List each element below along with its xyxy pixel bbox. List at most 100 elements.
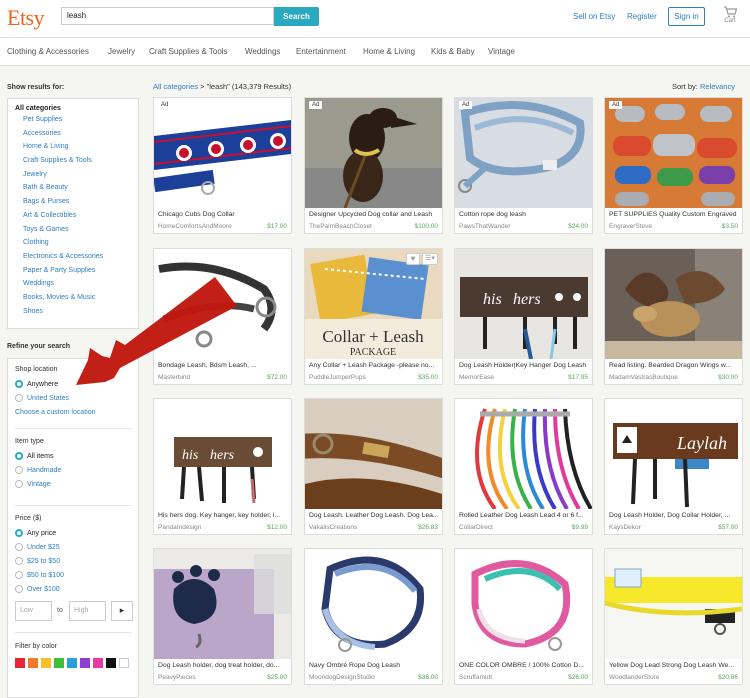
category-craft-supplies[interactable]: Craft Supplies & Tools	[15, 157, 131, 171]
category-weddings[interactable]: Weddings	[15, 280, 131, 294]
etsy-logo[interactable]: Etsy	[7, 5, 45, 31]
listing-shop[interactable]: Masterbind	[158, 374, 248, 381]
item-type-handmade[interactable]: Handmade	[15, 463, 61, 477]
nav-vintage[interactable]: Vintage	[488, 47, 515, 56]
listing-title[interactable]: His hers dog. Key hanger, key holder, l.…	[158, 512, 289, 519]
nav-kids-baby[interactable]: Kids & Baby	[431, 47, 475, 56]
listing-image[interactable]	[605, 98, 742, 208]
listing-image[interactable]	[455, 98, 592, 208]
listing-title[interactable]: PET SUPPLIES Quality Custom Engraved	[609, 211, 740, 218]
listing-title[interactable]: Dog Leash. Leather Dog Leash. Dog Lea...	[309, 512, 440, 519]
all-categories[interactable]: All categories	[15, 105, 131, 112]
breadcrumb-all-categories[interactable]: All categories	[153, 82, 198, 91]
search-input[interactable]: leash	[61, 7, 274, 25]
category-electronics[interactable]: Electronics & Accessories	[15, 253, 131, 267]
listing-shop[interactable]: WoodlanderStore	[609, 674, 699, 681]
listing-title[interactable]: Designer Upcycled Dog collar and Leash	[309, 211, 440, 218]
price-any[interactable]: Any price	[15, 526, 64, 540]
listing-title[interactable]: Bondage Leash, Bdsm Leash, ...	[158, 362, 289, 369]
listing-image[interactable]	[305, 399, 442, 509]
location-united-states[interactable]: United States	[15, 391, 96, 405]
category-shoes[interactable]: Shoes	[15, 308, 131, 322]
listing-shop[interactable]: VakalisCreations	[309, 524, 399, 531]
item-type-vintage[interactable]: Vintage	[15, 477, 61, 491]
listing-card[interactable]: Read listing. Bearded Dragon Wings w... M…	[604, 248, 743, 385]
listing-title[interactable]: Dog Leash Holder, Dog Collar Holder, ...	[609, 512, 740, 519]
category-art-collectibles[interactable]: Art & Collectibles	[15, 212, 131, 226]
choose-custom-location[interactable]: Choose a custom location	[15, 405, 96, 419]
nav-clothing-accessories[interactable]: Clothing & Accessories	[7, 47, 89, 56]
listing-card[interactable]: Dog Leash holder, dog treat holder, do..…	[153, 548, 292, 685]
listing-shop[interactable]: PandaIndesign	[158, 524, 248, 531]
listing-shop[interactable]: MadamVastrasBoutique	[609, 374, 699, 381]
sort-value[interactable]: Relevancy	[700, 82, 735, 91]
category-clothing[interactable]: Clothing	[15, 239, 131, 253]
price-50-100[interactable]: $50 to $100	[15, 568, 64, 582]
listing-image[interactable]	[154, 98, 291, 208]
price-25-50[interactable]: $25 to $50	[15, 554, 64, 568]
listing-card[interactable]: Ad Cotton rope dog leash PawsThatWander $24…	[454, 97, 593, 234]
nav-craft-supplies[interactable]: Craft Supplies & Tools	[149, 47, 228, 56]
listing-card[interactable]: Collar + Leash PACKAGE ♥ ☰▾ Any Collar + Lea…	[304, 248, 443, 385]
category-books-movies-music[interactable]: Books, Movies & Music	[15, 294, 131, 308]
listing-title[interactable]: Chicago Cubs Dog Collar	[158, 211, 289, 218]
listing-image[interactable]	[305, 549, 442, 659]
listing-shop[interactable]: HomeComfortsAndMoore	[158, 223, 248, 230]
listing-shop[interactable]: PuddleJumperPups	[309, 374, 399, 381]
nav-jewelry[interactable]: Jewelry	[108, 47, 135, 56]
listing-image[interactable]	[154, 249, 291, 359]
listing-title[interactable]: ONE COLOR OMBRE / 100% Cotton D...	[459, 662, 590, 669]
search-button[interactable]: Search	[274, 7, 319, 26]
listing-card[interactable]: Navy Ombré Rope Dog Leash MoondogDesignSt…	[304, 548, 443, 685]
category-paper-party[interactable]: Paper & Party Supplies	[15, 267, 131, 281]
listing-shop[interactable]: PeavyPieces	[158, 674, 248, 681]
listing-card[interactable]: Yellow Dog Lead Strong Dog Leash We... Wo…	[604, 548, 743, 685]
listing-shop[interactable]: MemorEase	[459, 374, 549, 381]
heart-icon[interactable]: ♥	[406, 253, 420, 265]
listing-card[interactable]: ONE COLOR OMBRE / 100% Cotton D... Scruff…	[454, 548, 593, 685]
listing-title[interactable]: Any Collar + Leash Package -please no...	[309, 362, 440, 369]
color-swatch[interactable]	[106, 658, 116, 668]
sign-in-button[interactable]: Sign in	[668, 7, 705, 26]
listing-title[interactable]: Cotton rope dog leash	[459, 211, 590, 218]
listing-card[interactable]: his hers Dog Leash Holder|Key Hanger Dog L…	[454, 248, 593, 385]
color-swatch[interactable]	[67, 658, 77, 668]
listing-shop[interactable]: Scruffamutt	[459, 674, 549, 681]
sell-on-etsy-link[interactable]: Sell on Etsy	[573, 12, 615, 21]
listing-title[interactable]: Rolled Leather Dog Leash Lead 4 or 6 f..…	[459, 512, 590, 519]
cart-button[interactable]: Cart	[719, 6, 741, 24]
color-swatch[interactable]	[54, 658, 64, 668]
nav-entertainment[interactable]: Entertainment	[296, 47, 346, 56]
color-swatch[interactable]	[119, 658, 129, 668]
listing-image[interactable]	[605, 549, 742, 659]
listing-card[interactable]: Rolled Leather Dog Leash Lead 4 or 6 f..…	[454, 398, 593, 535]
listing-image[interactable]: his hers	[154, 399, 291, 509]
price-high-input[interactable]: High	[69, 601, 106, 621]
listing-title[interactable]: Dog Leash holder, dog treat holder, do..…	[158, 662, 289, 669]
listing-card[interactable]: Dog Leash. Leather Dog Leash. Dog Lea...…	[304, 398, 443, 535]
category-pet-supplies[interactable]: Pet Supplies	[15, 116, 131, 130]
listing-card[interactable]: Laylah Dog Leash Holder, Dog Collar Holde…	[604, 398, 743, 535]
list-menu-icon[interactable]: ☰▾	[422, 253, 438, 265]
listing-shop[interactable]: CollarDirect	[459, 524, 549, 531]
color-swatch[interactable]	[28, 658, 38, 668]
category-bath-beauty[interactable]: Bath & Beauty	[15, 184, 131, 198]
listing-shop[interactable]: KaysDekor	[609, 524, 699, 531]
nav-weddings[interactable]: Weddings	[245, 47, 280, 56]
listing-shop[interactable]: MoondogDesignStudio	[309, 674, 399, 681]
listing-shop[interactable]: EngraverSteve	[609, 223, 699, 230]
listing-card[interactable]: Ad PET SUPPLIES Quality Custom Engraved En…	[604, 97, 743, 234]
listing-image[interactable]	[605, 249, 742, 359]
nav-home-living[interactable]: Home & Living	[363, 47, 415, 56]
register-link[interactable]: Register	[627, 12, 657, 21]
sort-control[interactable]: Sort by: Relevancy	[672, 82, 735, 91]
color-swatch[interactable]	[41, 658, 51, 668]
listing-title[interactable]: Yellow Dog Lead Strong Dog Leash We...	[609, 662, 740, 669]
listing-shop[interactable]: PawsThatWander	[459, 223, 549, 230]
listing-image[interactable]	[455, 549, 592, 659]
item-type-all[interactable]: All items	[15, 449, 61, 463]
price-under-25[interactable]: Under $25	[15, 540, 64, 554]
category-toys-games[interactable]: Toys & Games	[15, 226, 131, 240]
listing-image[interactable]	[305, 98, 442, 208]
category-home-living[interactable]: Home & Living	[15, 143, 131, 157]
